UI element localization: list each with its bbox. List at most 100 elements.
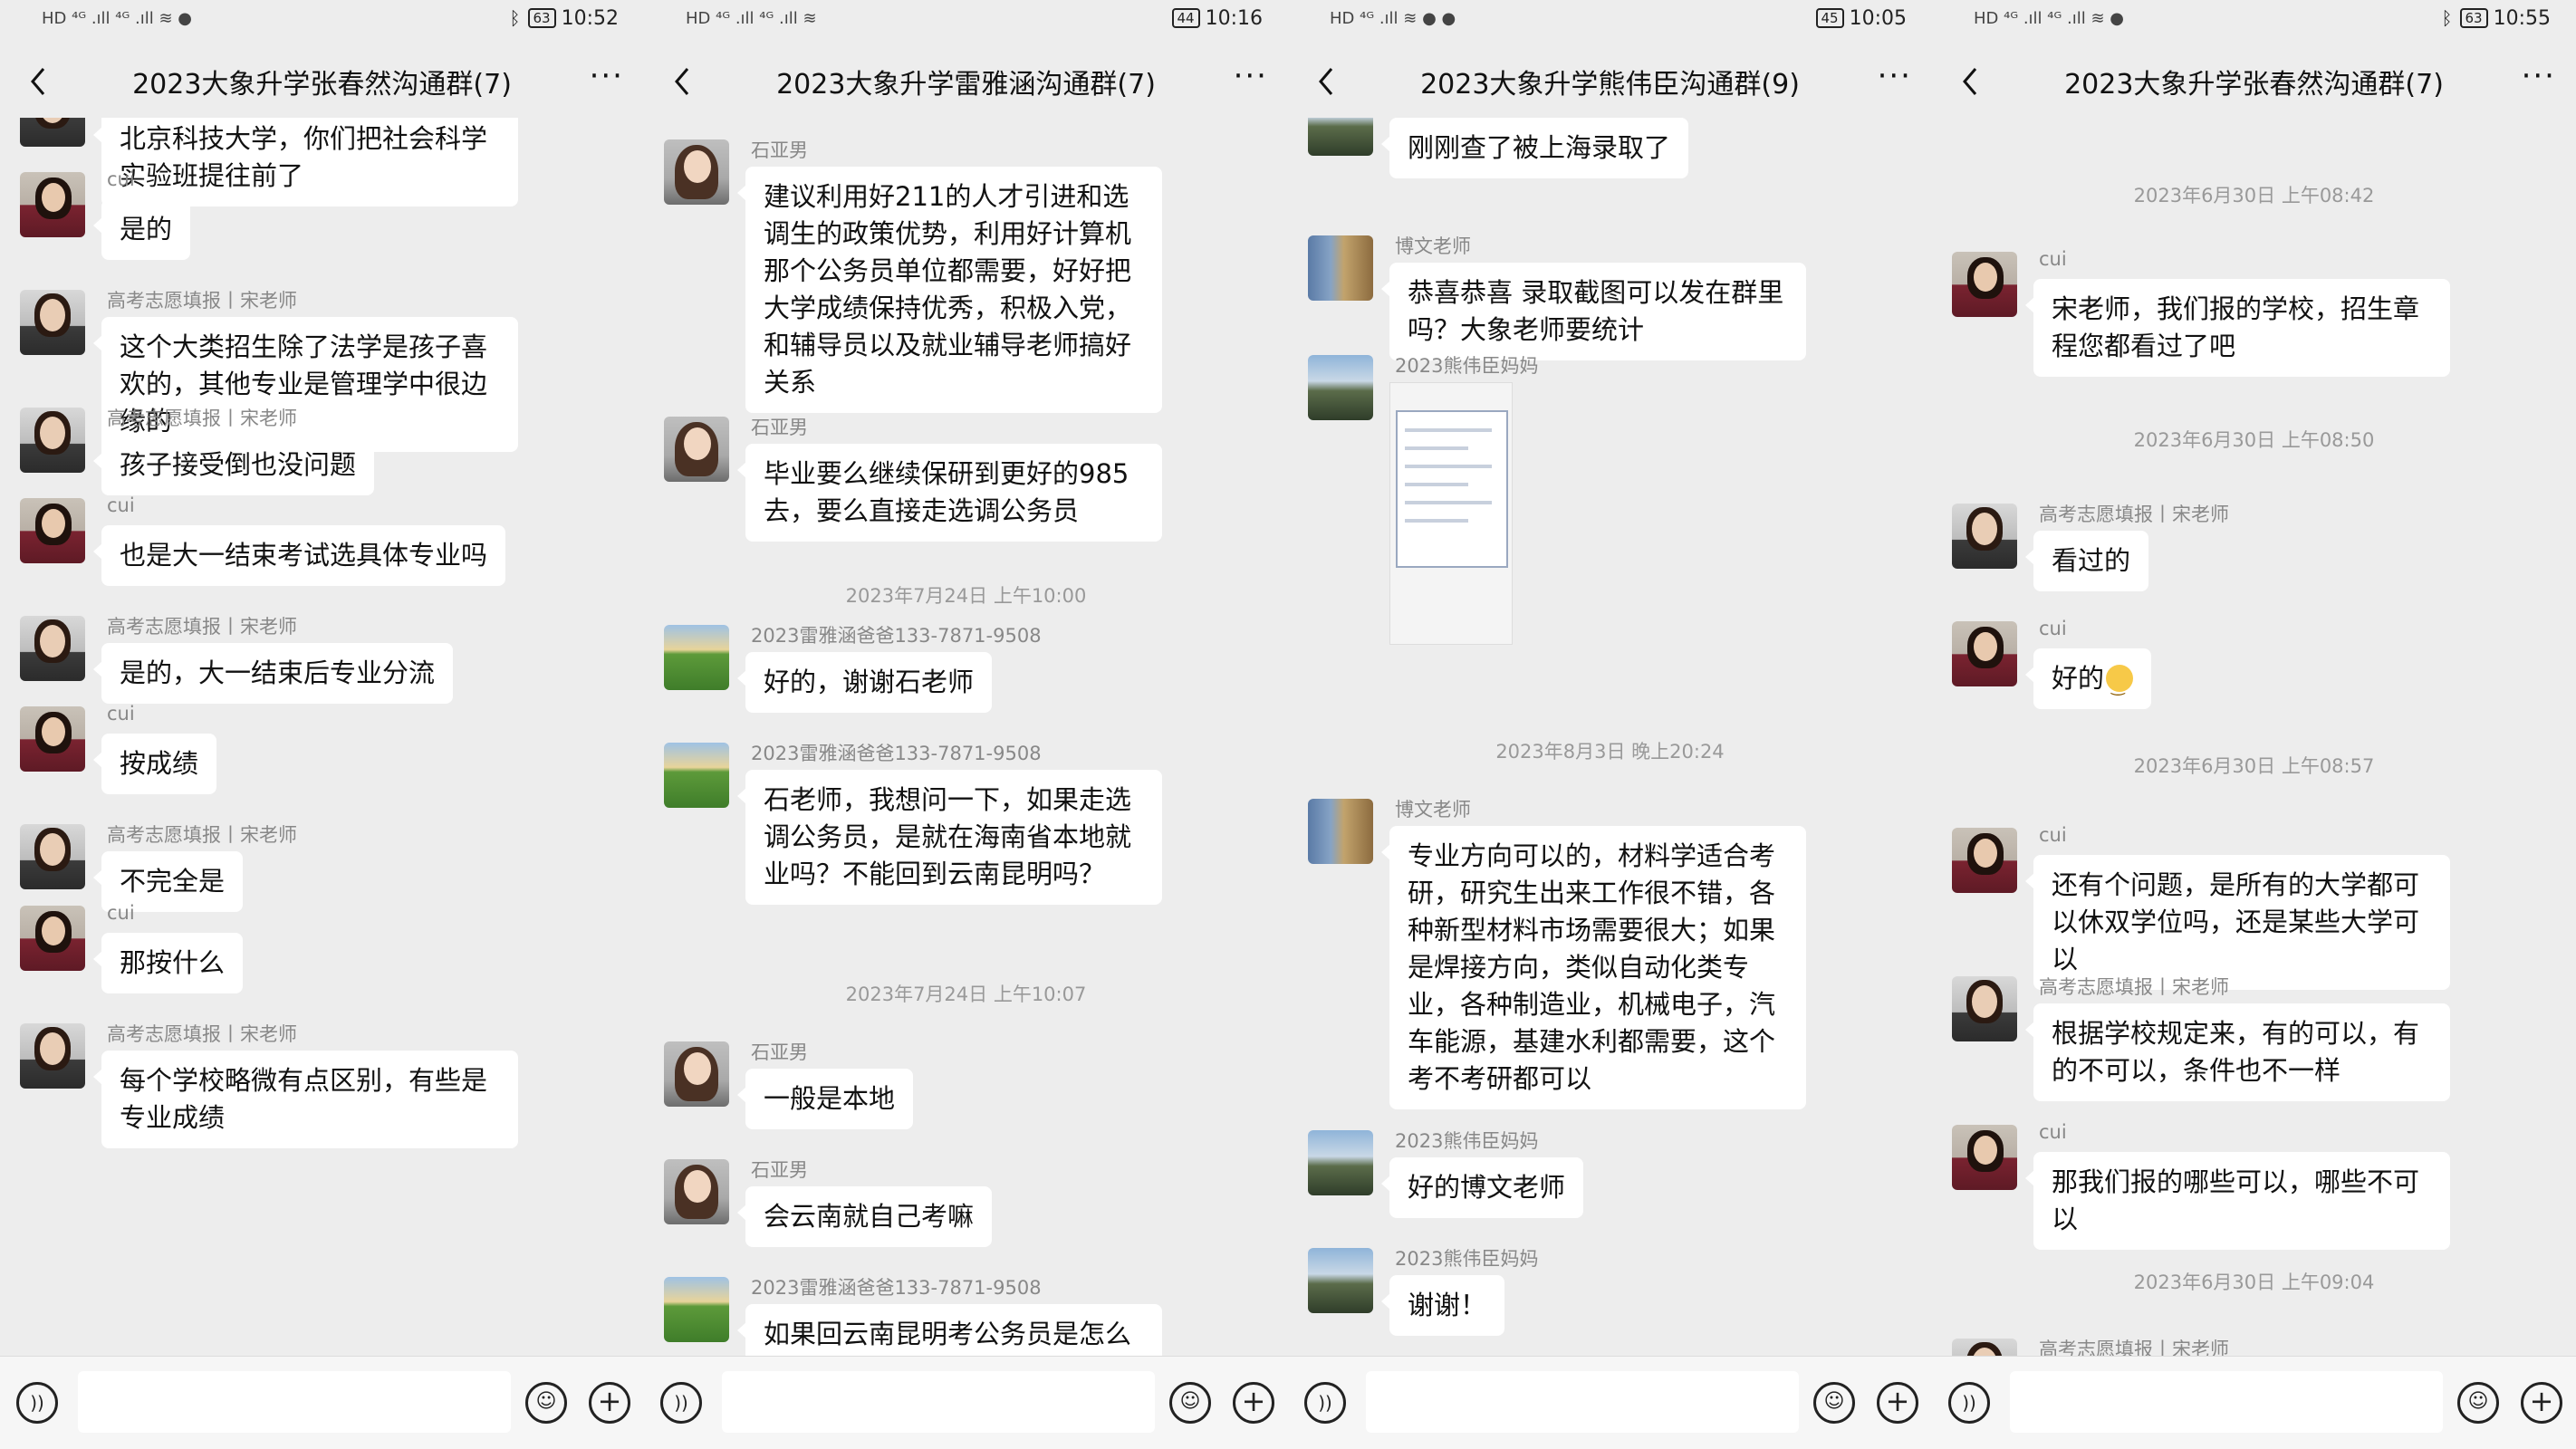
message-bubble[interactable]: 宋老师，我们报的学校，招生章程您都看过了吧 <box>2025 279 2450 377</box>
avatar[interactable] <box>1308 355 1373 420</box>
emoji-icon[interactable]: ☺ <box>1813 1382 1855 1424</box>
sender-name: 高考志愿填报丨宋老师 <box>107 408 297 429</box>
message-input[interactable] <box>78 1371 511 1433</box>
message-bubble[interactable]: 好的，谢谢石老师 <box>736 652 993 713</box>
message-bubble[interactable]: 按成绩 <box>92 734 217 794</box>
avatar[interactable] <box>1308 1248 1373 1313</box>
avatar[interactable] <box>1952 1339 2017 1357</box>
chat-header: 2023大象升学雷雅涵沟通群(7) ··· <box>644 45 1288 118</box>
avatar[interactable] <box>1952 1125 2017 1190</box>
voice-input-icon[interactable]: )) <box>1304 1382 1346 1424</box>
emoji-icon[interactable]: ☺ <box>2457 1382 2499 1424</box>
avatar[interactable] <box>20 408 85 473</box>
more-options-icon[interactable]: ··· <box>1234 58 1268 94</box>
avatar[interactable] <box>1952 504 2017 569</box>
plus-icon[interactable]: + <box>1877 1382 1918 1424</box>
message-list[interactable]: 2023年6月30日 上午08:42 cui 宋老师，我们报的学校，招生章程您都看过… <box>1932 118 2576 1357</box>
avatar[interactable] <box>664 417 729 482</box>
sender-name: cui <box>2039 1121 2067 1143</box>
message-bubble[interactable]: 是的，大一结束后专业分流 <box>92 643 454 704</box>
avatar[interactable] <box>1952 828 2017 893</box>
avatar[interactable] <box>20 824 85 889</box>
avatar[interactable] <box>20 906 85 971</box>
voice-input-icon[interactable]: )) <box>16 1382 58 1424</box>
avatar[interactable] <box>664 625 729 690</box>
message-text: 那按什么 <box>120 947 226 978</box>
message-bubble[interactable]: 看过的 <box>2024 531 2149 591</box>
image-message[interactable] <box>1389 382 1513 645</box>
avatar[interactable] <box>20 118 85 147</box>
more-options-icon[interactable]: ··· <box>1878 58 1912 94</box>
more-options-icon[interactable]: ··· <box>590 58 624 94</box>
message-bubble[interactable]: 刚刚查了被上海录取了 <box>1380 118 1689 178</box>
back-button[interactable] <box>1310 62 1346 101</box>
message-bubble[interactable]: 好的 <box>2024 648 2152 709</box>
avatar[interactable] <box>664 139 729 205</box>
back-button[interactable] <box>1954 62 1990 101</box>
thumbnail-line <box>1405 465 1492 468</box>
avatar[interactable] <box>20 290 85 355</box>
message-bubble[interactable]: 谢谢！ <box>1380 1275 1505 1336</box>
avatar[interactable] <box>20 498 85 563</box>
back-button[interactable] <box>666 62 702 101</box>
avatar[interactable] <box>1308 235 1373 301</box>
voice-input-icon[interactable]: )) <box>1948 1382 1990 1424</box>
avatar[interactable] <box>664 1277 729 1342</box>
message-bubble[interactable]: 恭喜恭喜 录取截图可以发在群里吗？大象老师要统计 <box>1381 263 1806 360</box>
avatar[interactable] <box>20 706 85 772</box>
avatar[interactable] <box>1952 976 2017 1041</box>
avatar[interactable] <box>20 172 85 237</box>
avatar[interactable] <box>1952 621 2017 686</box>
battery-icon: 45 <box>1815 8 1844 28</box>
phone-screen: HD ⁴ᴳ .ıll ⁴ᴳ .ıll ≋ ● ᛒ 63 10:52 2023大象升学张春… <box>0 0 644 1449</box>
avatar[interactable] <box>1308 1130 1373 1195</box>
message-bubble[interactable]: 会云南就自己考嘛 <box>736 1186 993 1247</box>
more-options-icon[interactable]: ··· <box>2522 58 2556 94</box>
message-bubble[interactable]: 建议利用好211的人才引进和选调生的政策优势，利用好计算机那个公务员单位都需要，… <box>737 167 1162 413</box>
sender-name: 高考志愿填报丨宋老师 <box>107 824 297 846</box>
sender-name: 高考志愿填报丨宋老师 <box>2039 976 2229 998</box>
avatar[interactable] <box>20 1023 85 1089</box>
message-bubble[interactable]: 每个学校略微有点区别，有些是专业成绩 <box>93 1051 518 1148</box>
back-button[interactable] <box>22 62 58 101</box>
message-bubble[interactable]: 根据学校规定来，有的可以，有的不可以，条件也不一样 <box>2025 1003 2450 1101</box>
plus-icon[interactable]: + <box>1233 1382 1274 1424</box>
message-bubble[interactable]: 那按什么 <box>92 933 244 993</box>
avatar[interactable] <box>1308 799 1373 864</box>
plus-icon[interactable]: + <box>2521 1382 2562 1424</box>
message-bubble[interactable]: 也是大一结束考试选具体专业吗 <box>92 525 506 586</box>
message-bubble[interactable]: 孩子接受倒也没问题 <box>92 435 375 495</box>
voice-input-icon[interactable]: )) <box>660 1382 702 1424</box>
avatar[interactable] <box>1952 252 2017 317</box>
avatar[interactable] <box>664 1041 729 1107</box>
status-right: 44 10:16 <box>1171 7 1263 30</box>
emoji-icon[interactable]: ☺ <box>525 1382 567 1424</box>
message-bubble[interactable]: 毕业要么继续保研到更好的985去，要么直接走选调公务员 <box>737 444 1162 542</box>
avatar[interactable] <box>1308 118 1373 156</box>
emoji-icon[interactable]: ☺ <box>1169 1382 1211 1424</box>
message-bubble[interactable]: 这个大类招生除了法学是孩子喜欢的，其他专业是管理学中很边缘的 <box>93 317 518 452</box>
message-list[interactable]: 石亚男 建议利用好211的人才引进和选调生的政策优势，利用好计算机那个公务员单位都… <box>644 118 1288 1357</box>
sender-name: 2023雷雅涵爸爸133-7871-9508 <box>751 743 1042 764</box>
message-bubble[interactable]: 北京科技大学，你们把社会科学实验班提往前了 <box>93 118 518 206</box>
plus-icon[interactable]: + <box>589 1382 630 1424</box>
message-bubble[interactable]: 还有个问题，是所有的大学都可以休双学位吗，还是某些大学可以 <box>2025 855 2450 990</box>
message-bubble[interactable]: 那我们报的哪些可以，哪些不可以 <box>2025 1152 2450 1250</box>
message-text: 孩子接受倒也没问题 <box>120 449 357 480</box>
avatar[interactable] <box>20 616 85 681</box>
message-text: 按成绩 <box>120 748 199 779</box>
message-bubble[interactable]: 石老师，我想问一下，如果走选调公务员，是就在海南省本地就业吗？不能回到云南昆明吗… <box>737 770 1162 905</box>
avatar[interactable] <box>664 743 729 808</box>
message-input[interactable] <box>1366 1371 1799 1433</box>
message-bubble[interactable]: 一般是本地 <box>736 1069 914 1129</box>
avatar[interactable] <box>664 1159 729 1224</box>
message-bubble[interactable]: 如果回云南昆明考公务员是怎么考 <box>737 1304 1162 1357</box>
message-bubble[interactable]: 专业方向可以的，材料学适合考研，研究生出来工作很不错，各种新型材料市场需要很大；… <box>1381 826 1806 1109</box>
message-input[interactable] <box>2010 1371 2443 1433</box>
message-bubble[interactable]: 好的博文老师 <box>1380 1157 1584 1218</box>
message-text: 好的，谢谢石老师 <box>764 667 975 697</box>
message-bubble[interactable]: 是的 <box>92 199 191 260</box>
message-list[interactable]: 2023熊伟臣妈妈刚刚查了被上海录取了博文老师恭喜恭喜 录取截图可以发在群里吗？… <box>1288 118 1932 1357</box>
message-input[interactable] <box>722 1371 1155 1433</box>
message-list[interactable]: 高考志愿填报丨宋老师北京科技大学，你们把社会科学实验班提往前了cui是的高考志愿… <box>0 118 644 1357</box>
